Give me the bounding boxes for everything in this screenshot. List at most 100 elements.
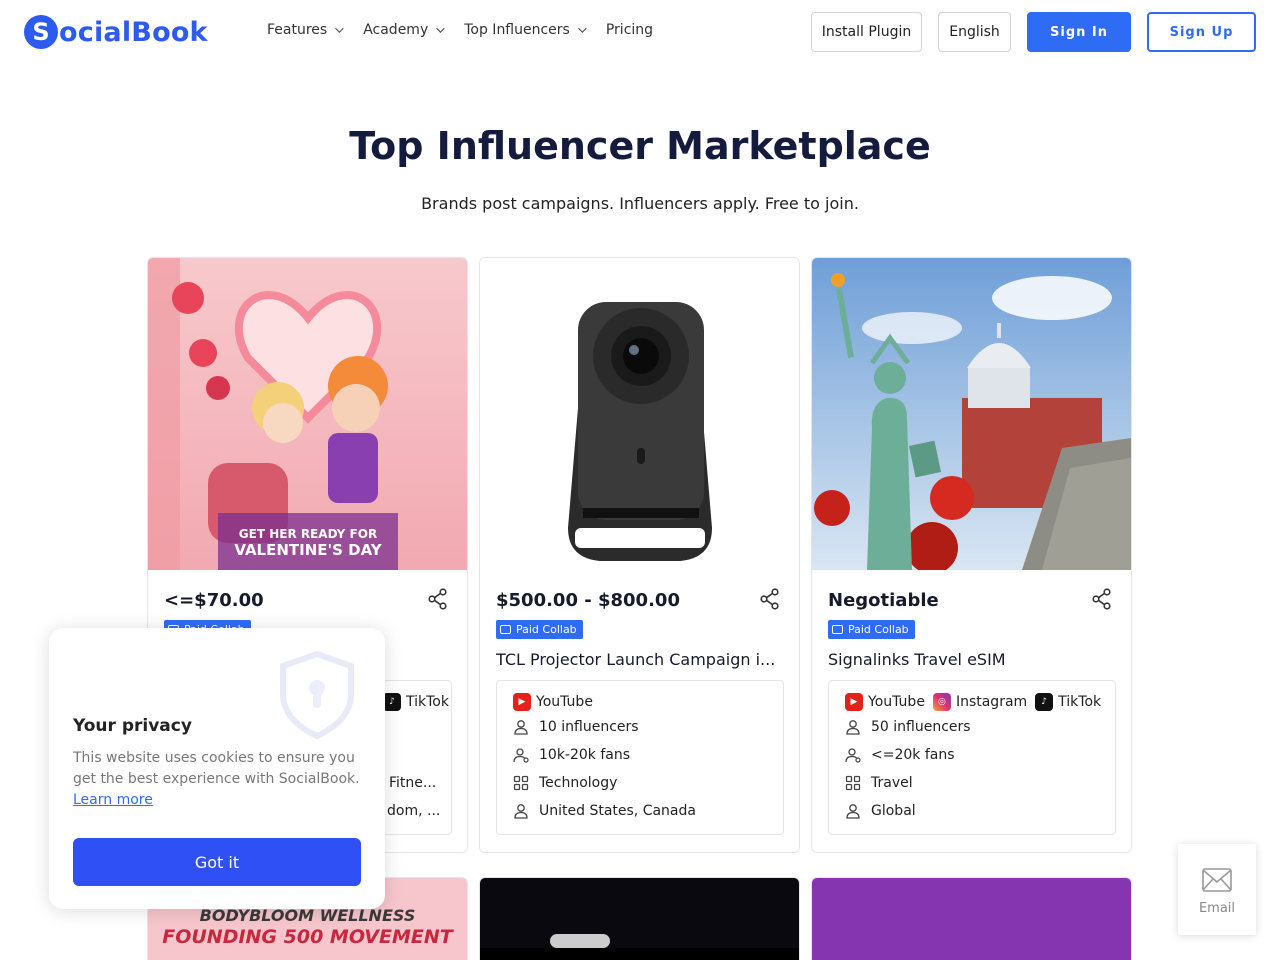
campaign-category: Technology [513, 775, 773, 791]
campaign-influencers: 10 influencers [513, 719, 773, 735]
platform-label: Instagram [955, 694, 1028, 710]
platform-instagram: ◎ Instagram [932, 693, 1028, 711]
chevron-down-icon [578, 24, 587, 33]
campaign-fans: 10k-20k fans [513, 747, 773, 763]
campaign-region: United States, Canada [513, 803, 773, 819]
region-label: United States, Canada [539, 803, 696, 819]
fans-label: <=20k fans [871, 747, 955, 763]
image-caption-2: VALENTINE'S DAY [234, 541, 382, 559]
campaign-price: $500.00 - $800.00 [496, 590, 680, 611]
email-label: Email [1198, 901, 1236, 916]
campaign-image[interactable] [480, 258, 799, 570]
shield-lock-icon [280, 650, 354, 740]
tiktok-icon: ♪ [383, 693, 401, 711]
campaign-card[interactable]: $500.00 - $800.00 Paid Collab TCL Projec… [479, 257, 800, 853]
platform-tiktok: ♪ TikTok [383, 693, 449, 711]
image-caption-1: GET HER READY FOR [239, 527, 377, 541]
fans-icon [513, 748, 529, 763]
fans-label: 10k-20k fans [539, 747, 631, 763]
learn-more-link[interactable]: Learn more [73, 792, 153, 808]
platform-list: ♪ TikTok [383, 693, 457, 711]
chevron-down-icon [335, 24, 344, 33]
page-subtitle: Brands post campaigns. Influencers apply… [421, 194, 859, 213]
menu-top-influencers[interactable]: Top Influencers [464, 22, 587, 38]
envelope-icon [1202, 868, 1232, 892]
campaign-info: ▶ YouTube ◎ Instagram ♪ TikTok 50 influence… [828, 680, 1116, 835]
top-nav: S ocialBook Features Academy Top Influen… [0, 0, 1280, 64]
campaign-title[interactable]: Signalinks Travel eSIM [828, 650, 1114, 669]
logo-mark: S [24, 15, 58, 49]
sign-up-button[interactable]: Sign Up [1147, 12, 1256, 52]
privacy-title: Your privacy [73, 716, 192, 736]
location-user-icon [846, 804, 860, 819]
campaign-category: Travel [845, 775, 1105, 791]
badge-label: Paid Collab [516, 623, 577, 636]
user-icon [514, 720, 528, 735]
paid-collab-badge: Paid Collab [828, 620, 915, 639]
influencers-label: 50 influencers [871, 719, 971, 735]
collab-icon [500, 625, 511, 634]
tiktok-icon: ♪ [1035, 693, 1054, 711]
sign-in-button[interactable]: Sign In [1027, 12, 1131, 52]
image-caption-2: FOUNDING 500 MOVEMENT [162, 926, 453, 948]
got-it-button[interactable]: Got it [73, 838, 361, 886]
main-menu: Features Academy Top Influencers Pricing [267, 22, 675, 38]
instagram-icon: ◎ [932, 693, 951, 711]
platform-youtube: ▶ YouTube [845, 693, 925, 711]
campaign-price: Negotiable [828, 590, 939, 611]
share-icon[interactable] [1091, 588, 1113, 610]
menu-academy[interactable]: Academy [363, 22, 445, 38]
campaign-image[interactable]: GET HER READY FOR VALENTINE'S DAY [148, 258, 467, 570]
card-body: Negotiable Paid Collab Signalinks Travel… [812, 570, 1131, 852]
collab-icon [832, 625, 843, 634]
logo[interactable]: S ocialBook [24, 14, 208, 50]
campaign-info: ▶ YouTube 10 influencers 10k-20k fans Tec… [496, 680, 784, 835]
install-plugin-button[interactable]: Install Plugin [811, 12, 922, 52]
privacy-body: This website uses cookies to ensure you … [73, 750, 360, 787]
chevron-down-icon [436, 24, 445, 33]
badge-label: Paid Collab [848, 623, 909, 636]
campaign-title[interactable]: TCL Projector Launch Campaign i... [496, 650, 782, 669]
category-icon [845, 775, 861, 791]
campaign-region: dom, ... [387, 803, 447, 819]
region-label: dom, ... [387, 803, 441, 819]
share-icon[interactable] [427, 588, 449, 610]
influencers-label: 10 influencers [539, 719, 639, 735]
email-contact-button[interactable]: Email [1178, 844, 1256, 935]
campaign-card[interactable] [811, 877, 1132, 960]
youtube-icon: ▶ [845, 693, 863, 711]
menu-academy-label: Academy [363, 22, 429, 38]
logo-text: ocialBook [59, 16, 208, 48]
campaign-price: <=$70.00 [164, 590, 264, 611]
card-body: $500.00 - $800.00 Paid Collab TCL Projec… [480, 570, 799, 852]
category-label: Technology [539, 775, 618, 791]
campaign-card[interactable] [479, 877, 800, 960]
location-user-icon [514, 804, 528, 819]
fans-icon [845, 748, 861, 763]
user-icon [846, 720, 860, 735]
category-label: Fitne... [389, 775, 437, 791]
campaign-category: Fitne... [389, 775, 449, 791]
platform-label: YouTube [536, 694, 593, 710]
image-strip [480, 948, 799, 960]
menu-features[interactable]: Features [267, 22, 344, 38]
category-icon [513, 775, 529, 791]
platform-tiktok: ♪ TikTok [1035, 693, 1101, 711]
platform-list: ▶ YouTube [513, 693, 601, 711]
campaign-region: Global [845, 803, 1105, 819]
menu-top-influencers-label: Top Influencers [464, 22, 570, 38]
platform-label: TikTok [406, 694, 449, 710]
share-icon[interactable] [759, 588, 781, 610]
menu-features-label: Features [267, 22, 328, 38]
page-title: Top Influencer Marketplace [349, 124, 931, 168]
platform-label: YouTube [868, 694, 925, 710]
platform-label: TikTok [1058, 694, 1102, 710]
campaign-card[interactable]: Negotiable Paid Collab Signalinks Travel… [811, 257, 1132, 853]
youtube-icon: ▶ [513, 693, 531, 711]
image-highlight [550, 934, 610, 948]
menu-pricing[interactable]: Pricing [606, 22, 653, 38]
campaign-image[interactable] [812, 258, 1131, 570]
region-label: Global [871, 803, 916, 819]
language-button[interactable]: English [938, 12, 1011, 52]
platform-youtube: ▶ YouTube [513, 693, 593, 711]
